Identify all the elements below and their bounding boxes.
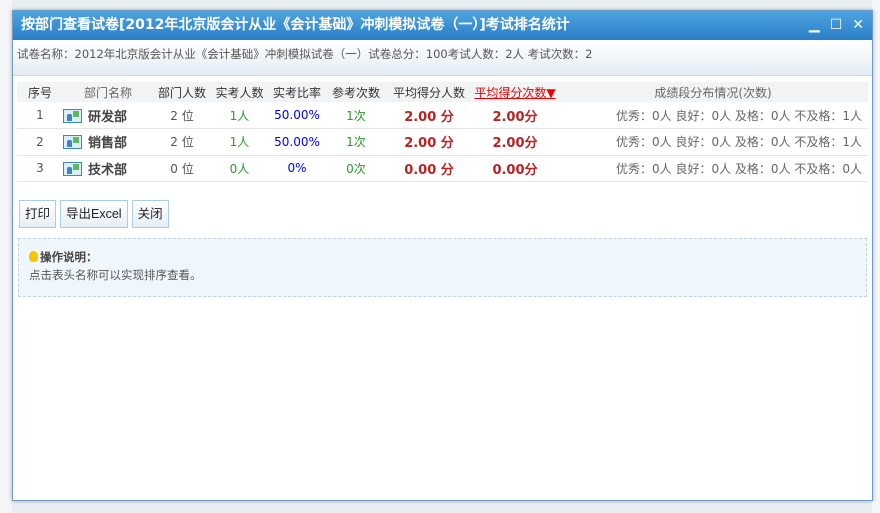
distribution: 优秀：0人 良好：0人 及格：0人 不及格：1人: [558, 102, 868, 129]
dept-name[interactable]: 销售部: [63, 128, 153, 156]
minimize-icon[interactable]: ▁: [809, 11, 820, 40]
avg-times: 2.00分: [472, 102, 558, 129]
print-button[interactable]: 打印: [19, 200, 57, 228]
table-row: 1 研发部 2 位 1人 50.00% 1次 2.00 分 2.00分 优秀：0…: [17, 102, 868, 129]
avg-times: 2.00分: [472, 128, 558, 156]
row-no: 3: [17, 155, 63, 182]
instructions-text: 点击表头名称可以实现排序查看。: [29, 268, 202, 282]
header-times[interactable]: 参考次数: [326, 82, 386, 102]
actual-count: 1人: [211, 128, 268, 156]
dialog-titlebar[interactable]: 按部门查看试卷[2012年北京版会计从业《会计基础》冲刺模拟试卷（一）]考试排名…: [13, 11, 872, 40]
export-excel-button[interactable]: 导出Excel: [60, 200, 128, 228]
members: 0 位: [153, 155, 211, 182]
times: 1次: [326, 128, 386, 156]
row-no: 1: [17, 102, 63, 129]
dept-label[interactable]: 销售部: [88, 136, 127, 151]
ratio: 50.00%: [268, 102, 326, 129]
exam-info: 试卷名称：2012年北京版会计从业《会计基础》冲刺模拟试卷（一）试卷总分：100…: [13, 40, 872, 76]
department-card-icon: [63, 161, 82, 176]
ratio: 50.00%: [268, 128, 326, 156]
header-members[interactable]: 部门人数: [153, 82, 211, 102]
times: 0次: [326, 155, 386, 182]
dialog-title: 按部门查看试卷[2012年北京版会计从业《会计基础》冲刺模拟试卷（一）]考试排名…: [21, 17, 570, 33]
header-dept[interactable]: 部门名称: [63, 82, 153, 102]
avg-person: 2.00 分: [386, 102, 472, 129]
dept-label[interactable]: 研发部: [88, 110, 127, 125]
background-page-right: [872, 0, 880, 513]
dept-name[interactable]: 研发部: [63, 102, 153, 129]
table-row: 2 销售部 2 位 1人 50.00% 1次 2.00 分 2.00分 优秀：0…: [17, 128, 868, 156]
header-no[interactable]: 序号: [17, 82, 63, 102]
distribution: 优秀：0人 良好：0人 及格：0人 不及格：1人: [558, 128, 868, 156]
header-actual[interactable]: 实考人数: [211, 82, 268, 102]
header-avg-times[interactable]: 平均得分次数▼: [472, 82, 558, 102]
actual-count: 1人: [211, 102, 268, 129]
actual-count: 0人: [211, 155, 268, 182]
instructions-box: 操作说明： 点击表头名称可以实现排序查看。: [18, 238, 867, 297]
background-page: [0, 0, 12, 513]
header-distribution[interactable]: 成绩段分布情况(次数): [558, 82, 868, 102]
close-button[interactable]: 关闭: [131, 200, 169, 228]
ratio: 0%: [268, 155, 326, 182]
distribution: 优秀：0人 良好：0人 及格：0人 不及格：0人: [558, 155, 868, 182]
row-no: 2: [17, 128, 63, 156]
dept-label[interactable]: 技术部: [88, 163, 127, 178]
instructions-title: 操作说明：: [40, 250, 98, 264]
table-row: 3 技术部 0 位 0人 0% 0次 0.00 分 0.00分 优秀：0人 良好…: [17, 155, 868, 182]
dept-name[interactable]: 技术部: [63, 155, 153, 182]
times: 1次: [326, 102, 386, 129]
ranking-table: 序号 部门名称 部门人数 实考人数 实考比率 参考次数 平均得分人数 平均得分次…: [17, 82, 868, 182]
lightbulb-icon: [29, 251, 38, 262]
maximize-icon[interactable]: ☐: [830, 11, 843, 40]
close-icon[interactable]: ✕: [852, 11, 864, 40]
avg-times: 0.00分: [472, 155, 558, 182]
ranking-dialog: 按部门查看试卷[2012年北京版会计从业《会计基础》冲刺模拟试卷（一）]考试排名…: [12, 10, 873, 501]
avg-person: 2.00 分: [386, 128, 472, 156]
header-ratio[interactable]: 实考比率: [268, 82, 326, 102]
department-card-icon: [63, 135, 82, 150]
members: 2 位: [153, 102, 211, 129]
department-card-icon: [63, 108, 82, 123]
avg-person: 0.00 分: [386, 155, 472, 182]
header-avg-person[interactable]: 平均得分人数: [386, 82, 472, 102]
members: 2 位: [153, 128, 211, 156]
